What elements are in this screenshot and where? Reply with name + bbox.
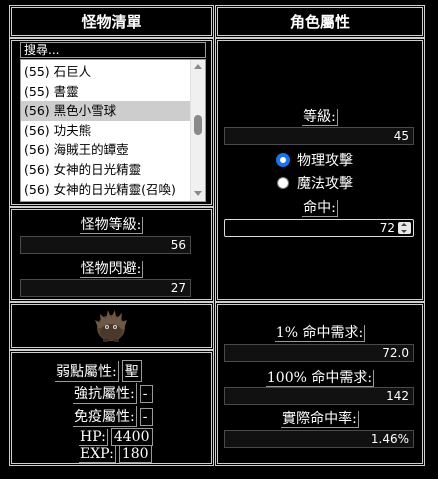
magic-attack-option[interactable]: 魔法攻擊 <box>277 173 353 193</box>
monster-list-header: 怪物清單 <box>9 5 214 38</box>
character-title: 角色屬性 <box>289 13 350 31</box>
monster-list-item[interactable]: (56) 女神的日光精靈(召喚) <box>21 180 191 200</box>
scroll-down-arrow-icon[interactable] <box>194 191 202 196</box>
actual-rate-label: 實際命中率: <box>281 411 359 428</box>
immune-label: 免疫屬性: <box>73 406 137 427</box>
monster-list-item[interactable]: (56) 海賊王的罈壺 <box>21 140 191 160</box>
monster-evasion-label: 怪物閃避: <box>79 261 144 278</box>
monster-list-item[interactable]: (56) 黑色小雪球 <box>21 101 191 121</box>
resist-value: - <box>139 384 153 403</box>
magic-label: 魔法攻擊 <box>297 176 353 192</box>
char-level-label: 等級: <box>302 109 338 126</box>
resist-label: 強抗屬性: <box>73 383 137 404</box>
accuracy-value: 72 <box>379 221 395 235</box>
scroll-thumb[interactable] <box>194 115 202 135</box>
monster-list-item[interactable]: (55) 石巨人 <box>21 62 191 82</box>
hp-row: HP: 4400 <box>79 428 153 446</box>
monster-list: (55) 石巨人 (55) 書靈 (56) 黑色小雪球 (56) 功夫熊 (56) 海賊… <box>21 62 191 199</box>
exp-row: EXP: 180 <box>79 445 152 463</box>
accuracy-stepper[interactable] <box>398 222 411 234</box>
weakness-label: 弱點屬性: <box>55 360 119 382</box>
hit1-label: 1% 命中需求: <box>274 325 366 342</box>
exp-label: EXP: <box>79 445 116 463</box>
weakness-row: 弱點屬性: 聖 <box>55 360 142 382</box>
monster-level-value: 56 <box>20 236 191 254</box>
physical-radio[interactable] <box>277 154 289 166</box>
hit100-label: 100% 命中需求: <box>265 370 375 387</box>
exp-value: 180 <box>118 445 152 463</box>
list-scrollbar[interactable] <box>190 60 205 201</box>
character-header: 角色屬性 <box>215 5 425 38</box>
character-panel <box>215 38 425 302</box>
scroll-up-arrow-icon[interactable] <box>194 64 202 69</box>
magic-radio[interactable] <box>277 177 289 189</box>
accuracy-input[interactable]: 72 <box>224 219 414 237</box>
resist-row: 強抗屬性: - <box>73 383 153 404</box>
hit100-value: 142 <box>224 387 414 405</box>
monster-level-label: 怪物等級: <box>79 217 144 234</box>
monster-listbox[interactable]: (55) 石巨人 (55) 書靈 (56) 黑色小雪球 (56) 功夫熊 (56) 海賊… <box>20 59 206 202</box>
immune-row: 免疫屬性: - <box>73 406 153 427</box>
hp-value: 4400 <box>110 428 153 446</box>
char-level-input[interactable]: 45 <box>224 127 414 145</box>
monster-image-panel <box>9 302 214 350</box>
accuracy-label: 命中: <box>302 200 338 217</box>
monster-sprite-icon <box>95 310 127 342</box>
monster-list-title: 怪物清單 <box>81 13 142 31</box>
immune-value: - <box>139 407 153 426</box>
monster-list-item[interactable]: (56) 女神的日光精靈 <box>21 160 191 180</box>
actual-rate-value: 1.46% <box>224 430 414 448</box>
physical-label: 物理攻擊 <box>297 153 353 169</box>
monster-list-item[interactable]: (56) 功夫熊 <box>21 121 191 141</box>
physical-attack-option[interactable]: 物理攻擊 <box>277 150 353 170</box>
monster-list-item[interactable]: (55) 書靈 <box>21 82 191 102</box>
hp-label: HP: <box>79 428 108 446</box>
monster-search-input[interactable] <box>20 42 206 58</box>
stepper-down-icon[interactable] <box>401 230 407 233</box>
weakness-value: 聖 <box>121 360 142 382</box>
stepper-up-icon[interactable] <box>401 223 407 226</box>
hit1-value: 72.0 <box>224 344 414 362</box>
monster-evasion-value: 27 <box>20 279 191 297</box>
